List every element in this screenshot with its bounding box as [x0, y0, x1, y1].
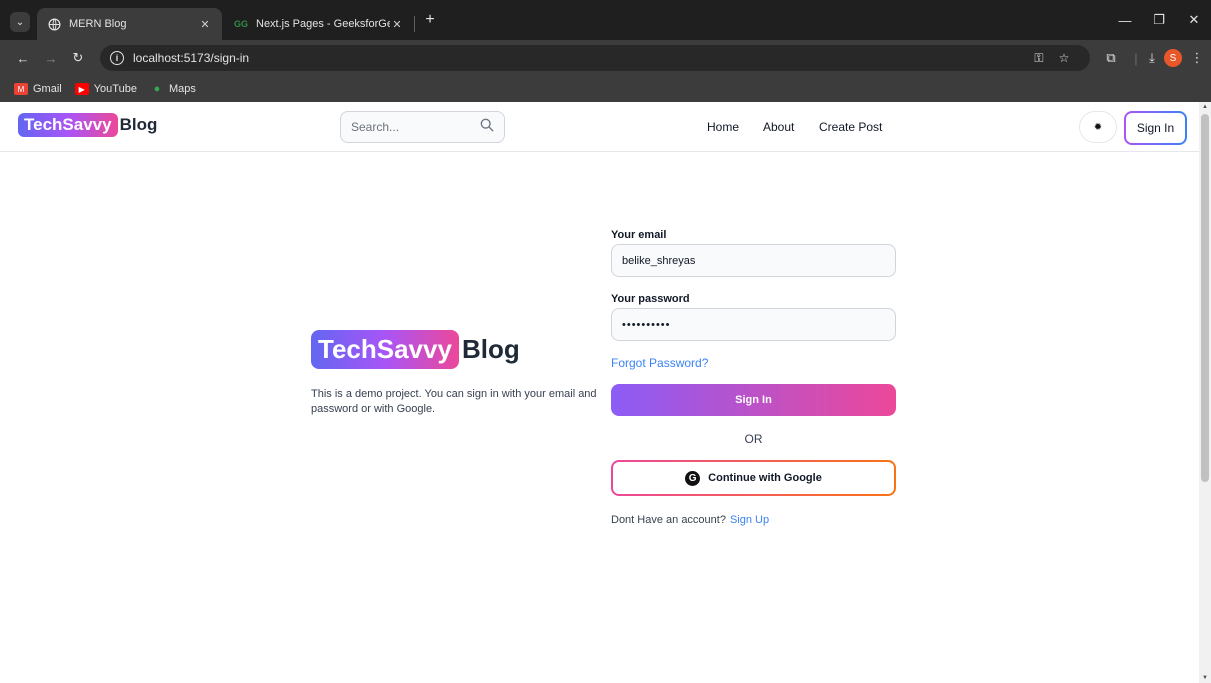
hero-logo: TechSavvy Blog — [311, 330, 520, 369]
sign-up-link[interactable]: Sign Up — [730, 514, 769, 526]
geeksforgeeks-icon: GG — [234, 19, 249, 29]
close-tab-icon[interactable]: ✕ — [390, 18, 404, 31]
youtube-icon: ▶ — [74, 83, 89, 95]
sign-in-label: Sign In — [1126, 113, 1185, 143]
password-field[interactable]: •••••••••• — [611, 308, 896, 341]
address-bar[interactable]: i localhost:5173/sign-in ⚿ ☆ — [100, 45, 1090, 71]
nav-home[interactable]: Home — [707, 120, 739, 134]
tab-title: Next.js Pages - GeeksforGeeks — [256, 18, 390, 30]
nav-about[interactable]: About — [763, 120, 794, 134]
forward-arrow-icon[interactable]: → — [41, 48, 61, 68]
scrollbar-thumb[interactable] — [1201, 114, 1209, 482]
password-label: Your password — [611, 293, 690, 305]
extensions-icon[interactable]: ⧉ — [1101, 48, 1121, 68]
search-icon[interactable] — [480, 118, 494, 137]
downloads-icon[interactable]: ⤓ — [1142, 48, 1162, 68]
forgot-password-link[interactable]: Forgot Password? — [611, 356, 708, 370]
site-logo[interactable]: TechSavvy Blog — [18, 113, 157, 137]
gmail-icon: M — [14, 83, 28, 95]
scroll-up-arrow-icon[interactable]: ▲ — [1201, 104, 1209, 110]
bookmarks-bar: M Gmail ▶ YouTube ● Maps — [0, 76, 1211, 102]
page-scrollbar[interactable]: ▲ ▼ — [1199, 102, 1211, 683]
tab-nextjs-pages[interactable]: GG Next.js Pages - GeeksforGeeks ✕ — [224, 8, 414, 40]
restore-icon[interactable]: ❐ — [1149, 10, 1169, 30]
search-input[interactable]: Search... — [340, 111, 505, 143]
browser-tab-bar: ⌄ MERN Blog ✕ GG Next.js Pages - Geeksfo… — [0, 0, 1211, 40]
email-label: Your email — [611, 229, 667, 241]
search-placeholder: Search... — [351, 120, 400, 134]
tab-divider — [414, 16, 415, 32]
bookmark-gmail[interactable]: M Gmail — [14, 83, 62, 95]
signup-prompt: Dont Have an account? Sign Up — [611, 514, 769, 526]
globe-icon — [47, 17, 61, 31]
tab-search-chevron-icon[interactable]: ⌄ — [10, 12, 30, 32]
email-field[interactable]: belike_shreyas — [611, 244, 896, 277]
back-arrow-icon[interactable]: ← — [13, 48, 33, 68]
google-icon: G — [685, 470, 701, 486]
bookmark-maps[interactable]: ● Maps — [150, 83, 196, 95]
hero-logo-text: Blog — [461, 334, 520, 364]
bookmark-star-icon[interactable]: ☆ — [1055, 49, 1073, 67]
sign-in-button[interactable]: Sign In — [611, 384, 896, 416]
profile-avatar[interactable]: S — [1164, 49, 1182, 67]
logo-highlight: TechSavvy — [18, 113, 118, 137]
password-key-icon[interactable]: ⚿ — [1030, 49, 1048, 67]
scroll-down-arrow-icon[interactable]: ▼ — [1201, 675, 1209, 681]
minimize-icon[interactable]: — — [1115, 10, 1135, 30]
site-info-icon[interactable]: i — [110, 51, 124, 65]
google-button-label: Continue with Google — [708, 472, 822, 484]
or-divider: OR — [744, 432, 763, 446]
reload-icon[interactable]: ↻ — [68, 48, 88, 68]
close-tab-icon[interactable]: ✕ — [198, 18, 212, 31]
window-close-icon[interactable]: ✕ — [1184, 10, 1204, 30]
site-header: TechSavvy Blog Search... Home About Crea… — [0, 102, 1199, 152]
bookmark-label: YouTube — [93, 83, 137, 95]
browser-toolbar: ← → ↻ i localhost:5173/sign-in ⚿ ☆ ⧉ | ⤓… — [0, 40, 1211, 76]
no-account-text: Dont Have an account? — [611, 514, 726, 526]
page-content: TechSavvy Blog Search... Home About Crea… — [0, 102, 1199, 683]
hero-logo-highlight: TechSavvy — [311, 330, 459, 369]
intro-description: This is a demo project. You can sign in … — [311, 388, 597, 415]
google-button-inner: G Continue with Google — [613, 462, 894, 494]
continue-with-google-button[interactable]: G Continue with Google — [611, 460, 896, 496]
nav-create-post[interactable]: Create Post — [819, 120, 882, 134]
url-text: localhost:5173/sign-in — [133, 51, 250, 65]
bookmark-youtube[interactable]: ▶ YouTube — [74, 83, 137, 95]
header-sign-in-button[interactable]: Sign In — [1124, 111, 1187, 145]
bookmark-label: Gmail — [33, 83, 62, 95]
sun-icon: ✹ — [1093, 121, 1103, 133]
browser-menu-icon[interactable]: ⋮ — [1187, 48, 1207, 68]
bookmark-label: Maps — [168, 83, 196, 95]
sign-in-button-label: Sign In — [735, 394, 772, 406]
logo-text: Blog — [119, 115, 158, 134]
tab-mern-blog[interactable]: MERN Blog ✕ — [37, 8, 222, 40]
new-tab-plus-icon[interactable]: + — [420, 10, 440, 30]
tab-title: MERN Blog — [69, 18, 127, 30]
maps-icon: ● — [153, 83, 161, 95]
theme-toggle-button[interactable]: ✹ — [1079, 111, 1117, 143]
